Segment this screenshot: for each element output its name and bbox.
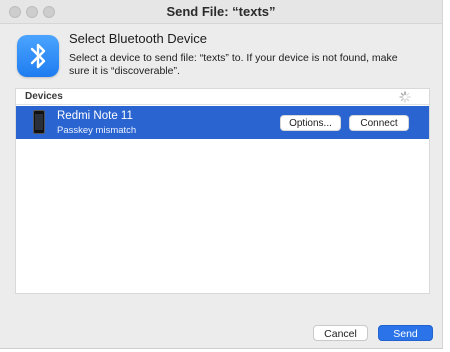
phone-icon: [33, 110, 45, 134]
dialog-description: Select a device to send file: “texts” to…: [69, 52, 398, 77]
connect-button[interactable]: Connect: [349, 115, 409, 131]
cancel-button[interactable]: Cancel: [313, 325, 368, 341]
device-name: Redmi Note 11: [57, 110, 133, 122]
send-button[interactable]: Send: [378, 325, 433, 341]
device-status: Passkey mismatch: [57, 125, 137, 136]
options-button[interactable]: Options...: [280, 115, 341, 131]
devices-label: Devices: [25, 91, 63, 102]
dialog-heading: Select Bluetooth Device: [69, 31, 208, 46]
device-row-redmi-note-11[interactable]: Redmi Note 11 Passkey mismatch Options..…: [16, 106, 429, 139]
devices-panel: Devices Redmi Note 11 Passkey mismatch O…: [15, 88, 430, 294]
send-file-dialog: Send File: “texts” Select Bluetooth Devi…: [0, 0, 443, 349]
window-title: Send File: “texts”: [166, 4, 276, 19]
title-bar: Send File: “texts”: [0, 0, 442, 24]
bluetooth-icon: [17, 35, 59, 77]
devices-header: Devices: [16, 89, 429, 105]
spinner-icon: [399, 91, 411, 103]
